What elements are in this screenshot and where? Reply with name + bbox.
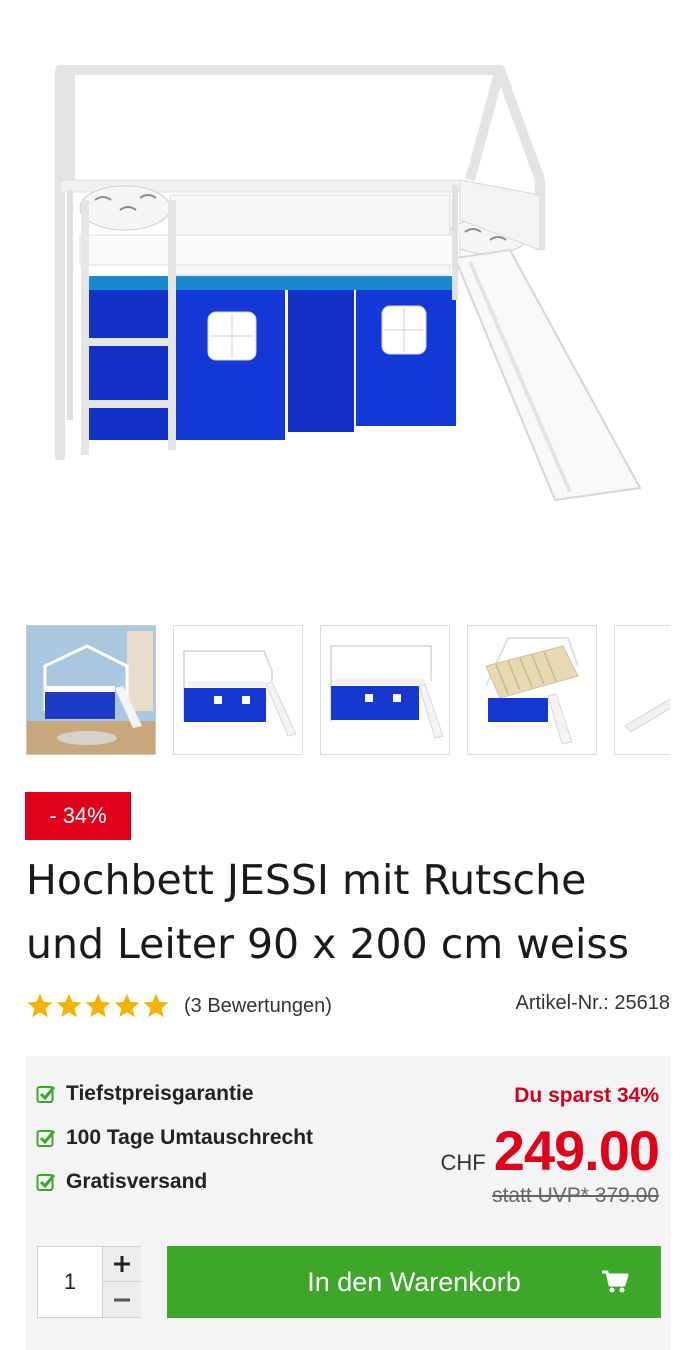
star-icon [114,993,140,1018]
thumbnail-strip [26,625,670,755]
quantity-input[interactable] [38,1247,102,1317]
slide-detail-image [624,698,670,733]
benefit-label: 100 Tage Umtauschrecht [66,1126,314,1149]
product-main-image[interactable] [0,0,696,600]
benefit-label: Gratisversand [66,1170,208,1193]
cart-icon [602,1270,629,1293]
benefit-label: Tiefstpreisgarantie [66,1082,254,1105]
benefit-item: Tiefstpreisgarantie [36,1082,254,1106]
quantity-decrease-button[interactable] [102,1282,141,1317]
article-number: Artikel-Nr.: 25618 [515,992,670,1014]
check-icon [36,1174,56,1191]
thumbnail-front-view-2[interactable] [320,625,450,755]
thumbnail-room-scene[interactable] [26,625,156,755]
rating-summary[interactable]: (3 Bewertungen) [26,990,332,1022]
check-icon [36,1130,56,1147]
add-to-cart-button[interactable]: In den Warenkorb [167,1246,661,1318]
buy-box: Tiefstpreisgarantie 100 Tage Umtauschrec… [26,1056,671,1350]
currency: CHF [440,1150,486,1175]
benefit-item: 100 Tage Umtauschrecht [36,1126,313,1150]
room-scene-image [27,626,155,754]
old-price: statt UVP* 379.00 [492,1184,659,1207]
star-icon [27,993,53,1018]
add-to-cart-label: In den Warenkorb [307,1266,521,1297]
thumbnail-top-view[interactable] [467,625,597,755]
quantity-increase-button[interactable] [102,1247,141,1282]
thumbnail-slide-detail[interactable] [614,625,670,755]
top-view-image [485,637,579,745]
star-icon [85,993,111,1018]
price-row: CHF 249.00 [440,1118,661,1183]
product-title: Hochbett JESSI mit Rutsche und Leiter 90… [26,856,630,968]
minus-icon [114,1298,130,1301]
star-icon [143,993,169,1018]
savings-text: Du sparst 34% [514,1084,659,1107]
plus-icon [114,1256,130,1272]
benefit-item: Gratisversand [36,1170,207,1194]
quantity-stepper [37,1246,141,1318]
loft-bed-image [55,65,642,502]
rating-stars [26,992,170,1020]
check-icon [36,1086,56,1103]
thumbnail-front-view[interactable] [173,625,303,755]
reviews-link[interactable]: (3 Bewertungen) [184,995,332,1018]
current-price: 249.00 [493,1119,660,1182]
front-view-2-image [330,645,444,739]
star-icon [56,993,82,1018]
front-view-image [183,650,297,737]
discount-badge: - 34% [25,792,131,840]
